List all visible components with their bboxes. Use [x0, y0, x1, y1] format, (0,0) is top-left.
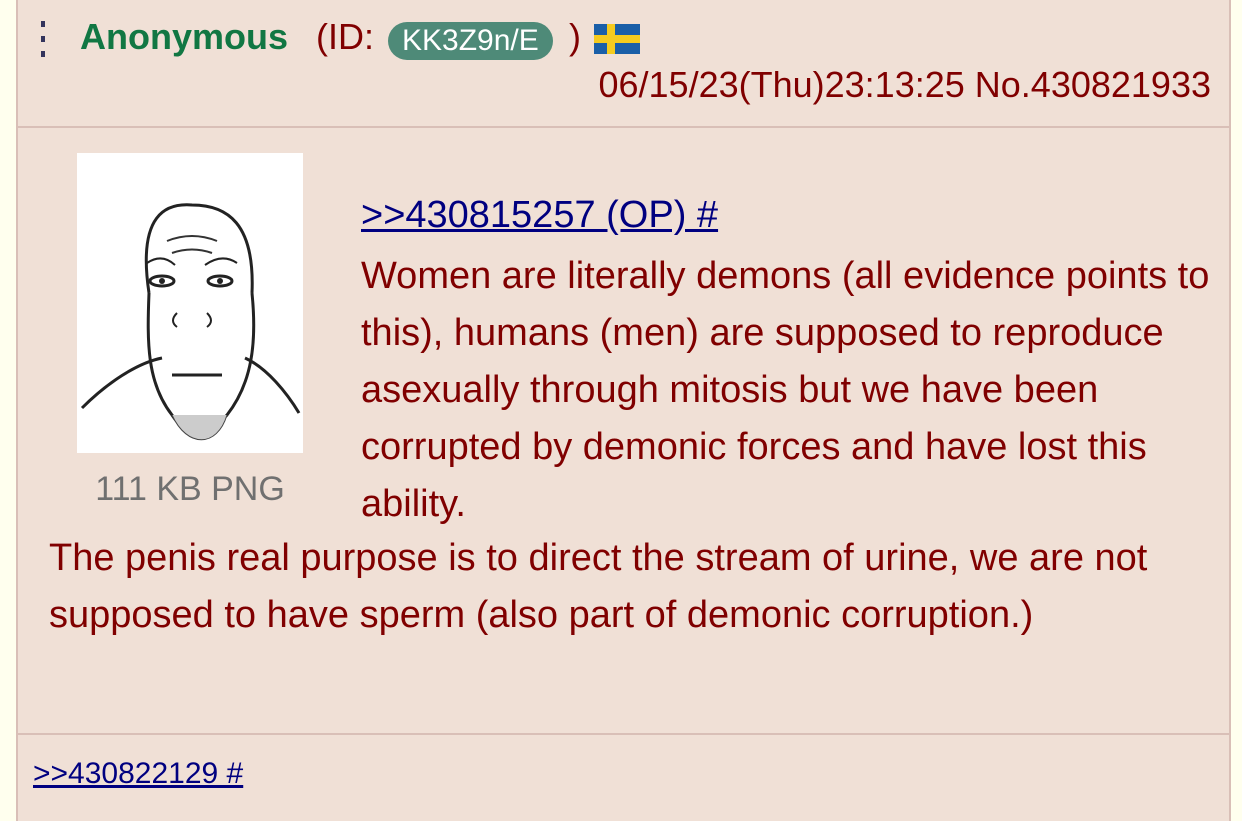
wojak-face-icon [80, 203, 301, 441]
post-container: Anonymous (ID: KK3Z9n/E ) 06/15/23(Thu)2… [16, 0, 1231, 821]
post-body-text-continued: The penis real purpose is to direct the … [49, 537, 1148, 636]
post-menu-icon[interactable] [38, 19, 48, 59]
post-body-text: Women are literally demons (all evidence… [361, 255, 1210, 525]
op-quote-link[interactable]: >>430815257 (OP) # [361, 194, 718, 237]
poster-name: Anonymous [80, 16, 289, 57]
reply-link[interactable]: >>430822129 # [33, 757, 243, 791]
post-datetime: 06/15/23(Thu)23:13:25 [598, 64, 965, 105]
poster-id-badge[interactable]: KK3Z9n/E [388, 22, 553, 60]
id-label-prefix: (ID: [316, 16, 374, 57]
id-label-suffix: ) [569, 16, 581, 57]
post-thumbnail-image[interactable] [77, 153, 303, 453]
file-info: 111 KB PNG [95, 470, 285, 508]
sweden-flag-icon [594, 24, 640, 54]
post-number[interactable]: No.430821933 [975, 64, 1211, 105]
post-meta: 06/15/23(Thu)23:13:25 No.430821933 [598, 64, 1211, 106]
replies-footer: >>430822129 # [18, 733, 1229, 821]
post-header: Anonymous (ID: KK3Z9n/E ) 06/15/23(Thu)2… [18, 0, 1229, 128]
